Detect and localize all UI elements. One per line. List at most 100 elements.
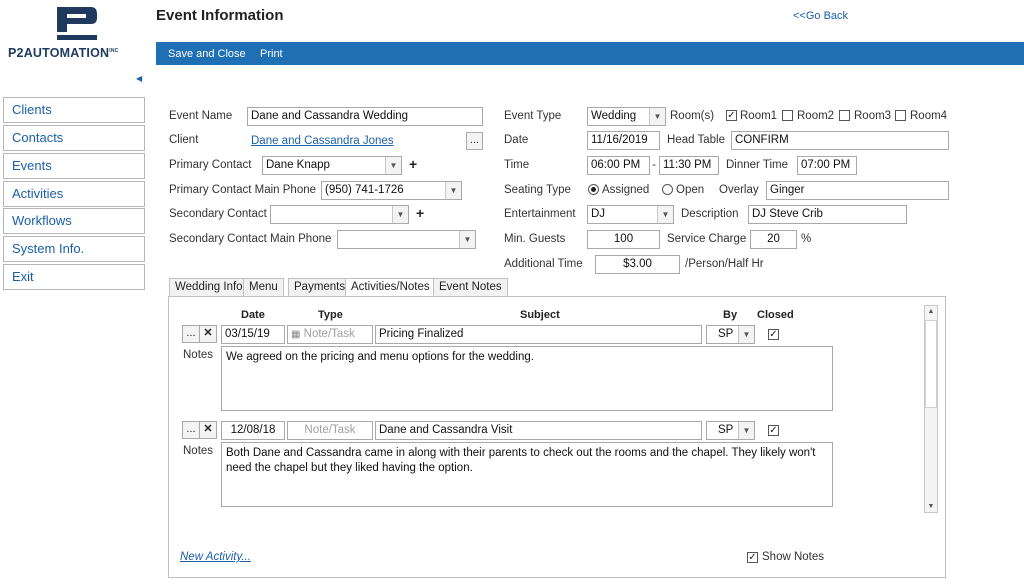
tab-menu[interactable]: Menu bbox=[243, 278, 284, 297]
client-link[interactable]: Dane and Cassandra Jones bbox=[251, 135, 394, 147]
primary-contact-label: Primary Contact bbox=[169, 159, 252, 171]
activity-date-input[interactable]: 12/08/18 bbox=[221, 421, 285, 440]
show-notes-checkbox[interactable]: ✓ bbox=[747, 552, 758, 563]
print-button[interactable]: Print bbox=[260, 48, 283, 60]
activity-subject-input[interactable]: Pricing Finalized bbox=[375, 325, 702, 344]
time-end-input[interactable]: 11:30 PM bbox=[659, 156, 719, 175]
client-label: Client bbox=[169, 134, 199, 146]
sidebar-item-contacts[interactable]: Contacts bbox=[3, 125, 145, 151]
activity-notes-textarea[interactable]: We agreed on the pricing and menu option… bbox=[221, 346, 833, 411]
seating-open-label: Open bbox=[676, 184, 705, 196]
seating-assigned-radio[interactable] bbox=[588, 184, 599, 195]
scroll-up-icon[interactable]: ▲ bbox=[925, 308, 937, 315]
activity-type-input[interactable]: ▦ Note/Task bbox=[287, 325, 373, 344]
time-label: Time bbox=[504, 159, 530, 171]
sidebar-item-clients[interactable]: Clients bbox=[3, 97, 145, 123]
room1-checkbox[interactable]: ✓ bbox=[726, 110, 737, 121]
tab-wedding-info[interactable]: Wedding Info bbox=[169, 278, 249, 297]
activity-by-select[interactable]: SP ▼ bbox=[706, 325, 755, 344]
collapse-sidebar-icon[interactable]: ◀ bbox=[136, 74, 142, 83]
additional-time-input[interactable]: $3.00 bbox=[595, 255, 680, 274]
primary-contact-select[interactable]: Dane Knapp ▼ bbox=[262, 156, 402, 175]
go-back-link[interactable]: <<Go Back bbox=[793, 10, 848, 22]
event-type-label: Event Type bbox=[504, 110, 562, 122]
show-notes-label: Show Notes bbox=[762, 551, 825, 563]
room1-label: Room1 bbox=[740, 110, 778, 122]
activity-date-input[interactable]: 03/15/19 bbox=[221, 325, 285, 344]
primary-phone-value: (950) 741-1726 bbox=[325, 184, 404, 196]
activity-notes-textarea[interactable]: Both Dane and Cassandra came in along wi… bbox=[221, 442, 833, 507]
description-input[interactable]: DJ Steve Crib bbox=[748, 205, 907, 224]
activity-by-select[interactable]: SP ▼ bbox=[706, 421, 755, 440]
secondary-contact-select[interactable]: ▼ bbox=[270, 205, 409, 224]
entertainment-select[interactable]: DJ ▼ bbox=[587, 205, 674, 224]
tab-activities-notes[interactable]: Activities/Notes bbox=[345, 278, 436, 298]
seating-type-label: Seating Type bbox=[504, 184, 571, 196]
chevron-down-icon: ▼ bbox=[445, 182, 461, 199]
delete-activity-icon[interactable]: ✕ bbox=[199, 421, 217, 439]
new-activity-link[interactable]: New Activity... bbox=[180, 551, 251, 563]
room4-checkbox[interactable] bbox=[895, 110, 906, 121]
event-name-input[interactable]: Dane and Cassandra Wedding bbox=[247, 107, 483, 126]
per-person-label: /Person/Half Hr bbox=[685, 258, 764, 270]
room2-checkbox[interactable] bbox=[782, 110, 793, 121]
entertainment-label: Entertainment bbox=[504, 208, 576, 220]
secondary-phone-select[interactable]: ▼ bbox=[337, 230, 476, 249]
save-and-close-button[interactable]: Save and Close bbox=[168, 48, 246, 60]
date-input[interactable]: 11/16/2019 bbox=[587, 131, 660, 150]
sidebar-item-exit[interactable]: Exit bbox=[3, 264, 145, 290]
activity-details-button[interactable]: ... bbox=[182, 325, 200, 343]
activity-closed-checkbox[interactable]: ✓ bbox=[768, 329, 779, 340]
chevron-down-icon: ▼ bbox=[385, 157, 401, 174]
secondary-contact-label: Secondary Contact bbox=[169, 208, 267, 220]
head-table-input[interactable]: CONFIRM bbox=[731, 131, 949, 150]
service-charge-label: Service Charge bbox=[667, 233, 747, 245]
time-start-input[interactable]: 06:00 PM bbox=[587, 156, 650, 175]
notes-label: Notes bbox=[183, 349, 214, 361]
event-type-select[interactable]: Wedding ▼ bbox=[587, 107, 666, 126]
add-secondary-contact-button[interactable]: + bbox=[416, 205, 424, 221]
chevron-down-icon: ▼ bbox=[738, 326, 754, 343]
tab-payments[interactable]: Payments bbox=[288, 278, 352, 297]
room3-checkbox[interactable] bbox=[839, 110, 850, 121]
event-name-label: Event Name bbox=[169, 110, 233, 122]
rooms-label: Room(s) bbox=[670, 110, 715, 122]
sidebar-item-workflows[interactable]: Workflows bbox=[3, 208, 145, 234]
tab-event-notes[interactable]: Event Notes bbox=[433, 278, 508, 297]
primary-contact-value: Dane Knapp bbox=[266, 159, 330, 171]
activity-subject-input[interactable]: Dane and Cassandra Visit bbox=[375, 421, 702, 440]
time-separator: - bbox=[652, 159, 656, 171]
sidebar-item-events[interactable]: Events bbox=[3, 153, 145, 179]
event-type-value: Wedding bbox=[591, 110, 637, 122]
toolbar: Save and Close Print bbox=[156, 42, 1024, 65]
delete-activity-icon[interactable]: ✕ bbox=[199, 325, 217, 343]
min-guests-input[interactable]: 100 bbox=[587, 230, 660, 249]
col-header-type: Type bbox=[318, 309, 343, 321]
primary-phone-select[interactable]: (950) 741-1726 ▼ bbox=[321, 181, 462, 200]
primary-phone-label: Primary Contact Main Phone bbox=[169, 184, 317, 196]
activity-type-input[interactable]: Note/Task bbox=[287, 421, 373, 440]
secondary-phone-label: Secondary Contact Main Phone bbox=[169, 233, 332, 245]
chevron-down-icon: ▼ bbox=[392, 206, 408, 223]
dinner-time-input[interactable]: 07:00 PM bbox=[797, 156, 857, 175]
min-guests-label: Min. Guests bbox=[504, 233, 566, 245]
additional-time-label: Additional Time bbox=[504, 258, 583, 270]
col-header-date: Date bbox=[241, 309, 265, 321]
calendar-icon: ▦ bbox=[291, 329, 301, 340]
date-label: Date bbox=[504, 134, 529, 146]
col-header-subject: Subject bbox=[520, 309, 560, 321]
overlay-input[interactable]: Ginger bbox=[766, 181, 949, 200]
sidebar-item-system-info[interactable]: System Info. bbox=[3, 236, 145, 262]
client-lookup-button[interactable]: ... bbox=[466, 132, 483, 150]
room4-label: Room4 bbox=[910, 110, 948, 122]
scrollbar-thumb[interactable] bbox=[925, 320, 937, 408]
service-charge-input[interactable]: 20 bbox=[750, 230, 797, 249]
add-primary-contact-button[interactable]: + bbox=[409, 156, 417, 172]
room2-label: Room2 bbox=[797, 110, 835, 122]
scroll-down-icon[interactable]: ▼ bbox=[925, 503, 937, 510]
activity-closed-checkbox[interactable]: ✓ bbox=[768, 425, 779, 436]
sidebar-item-activities[interactable]: Activities bbox=[3, 181, 145, 207]
overlay-label: Overlay bbox=[719, 184, 759, 196]
activity-details-button[interactable]: ... bbox=[182, 421, 200, 439]
seating-open-radio[interactable] bbox=[662, 184, 673, 195]
